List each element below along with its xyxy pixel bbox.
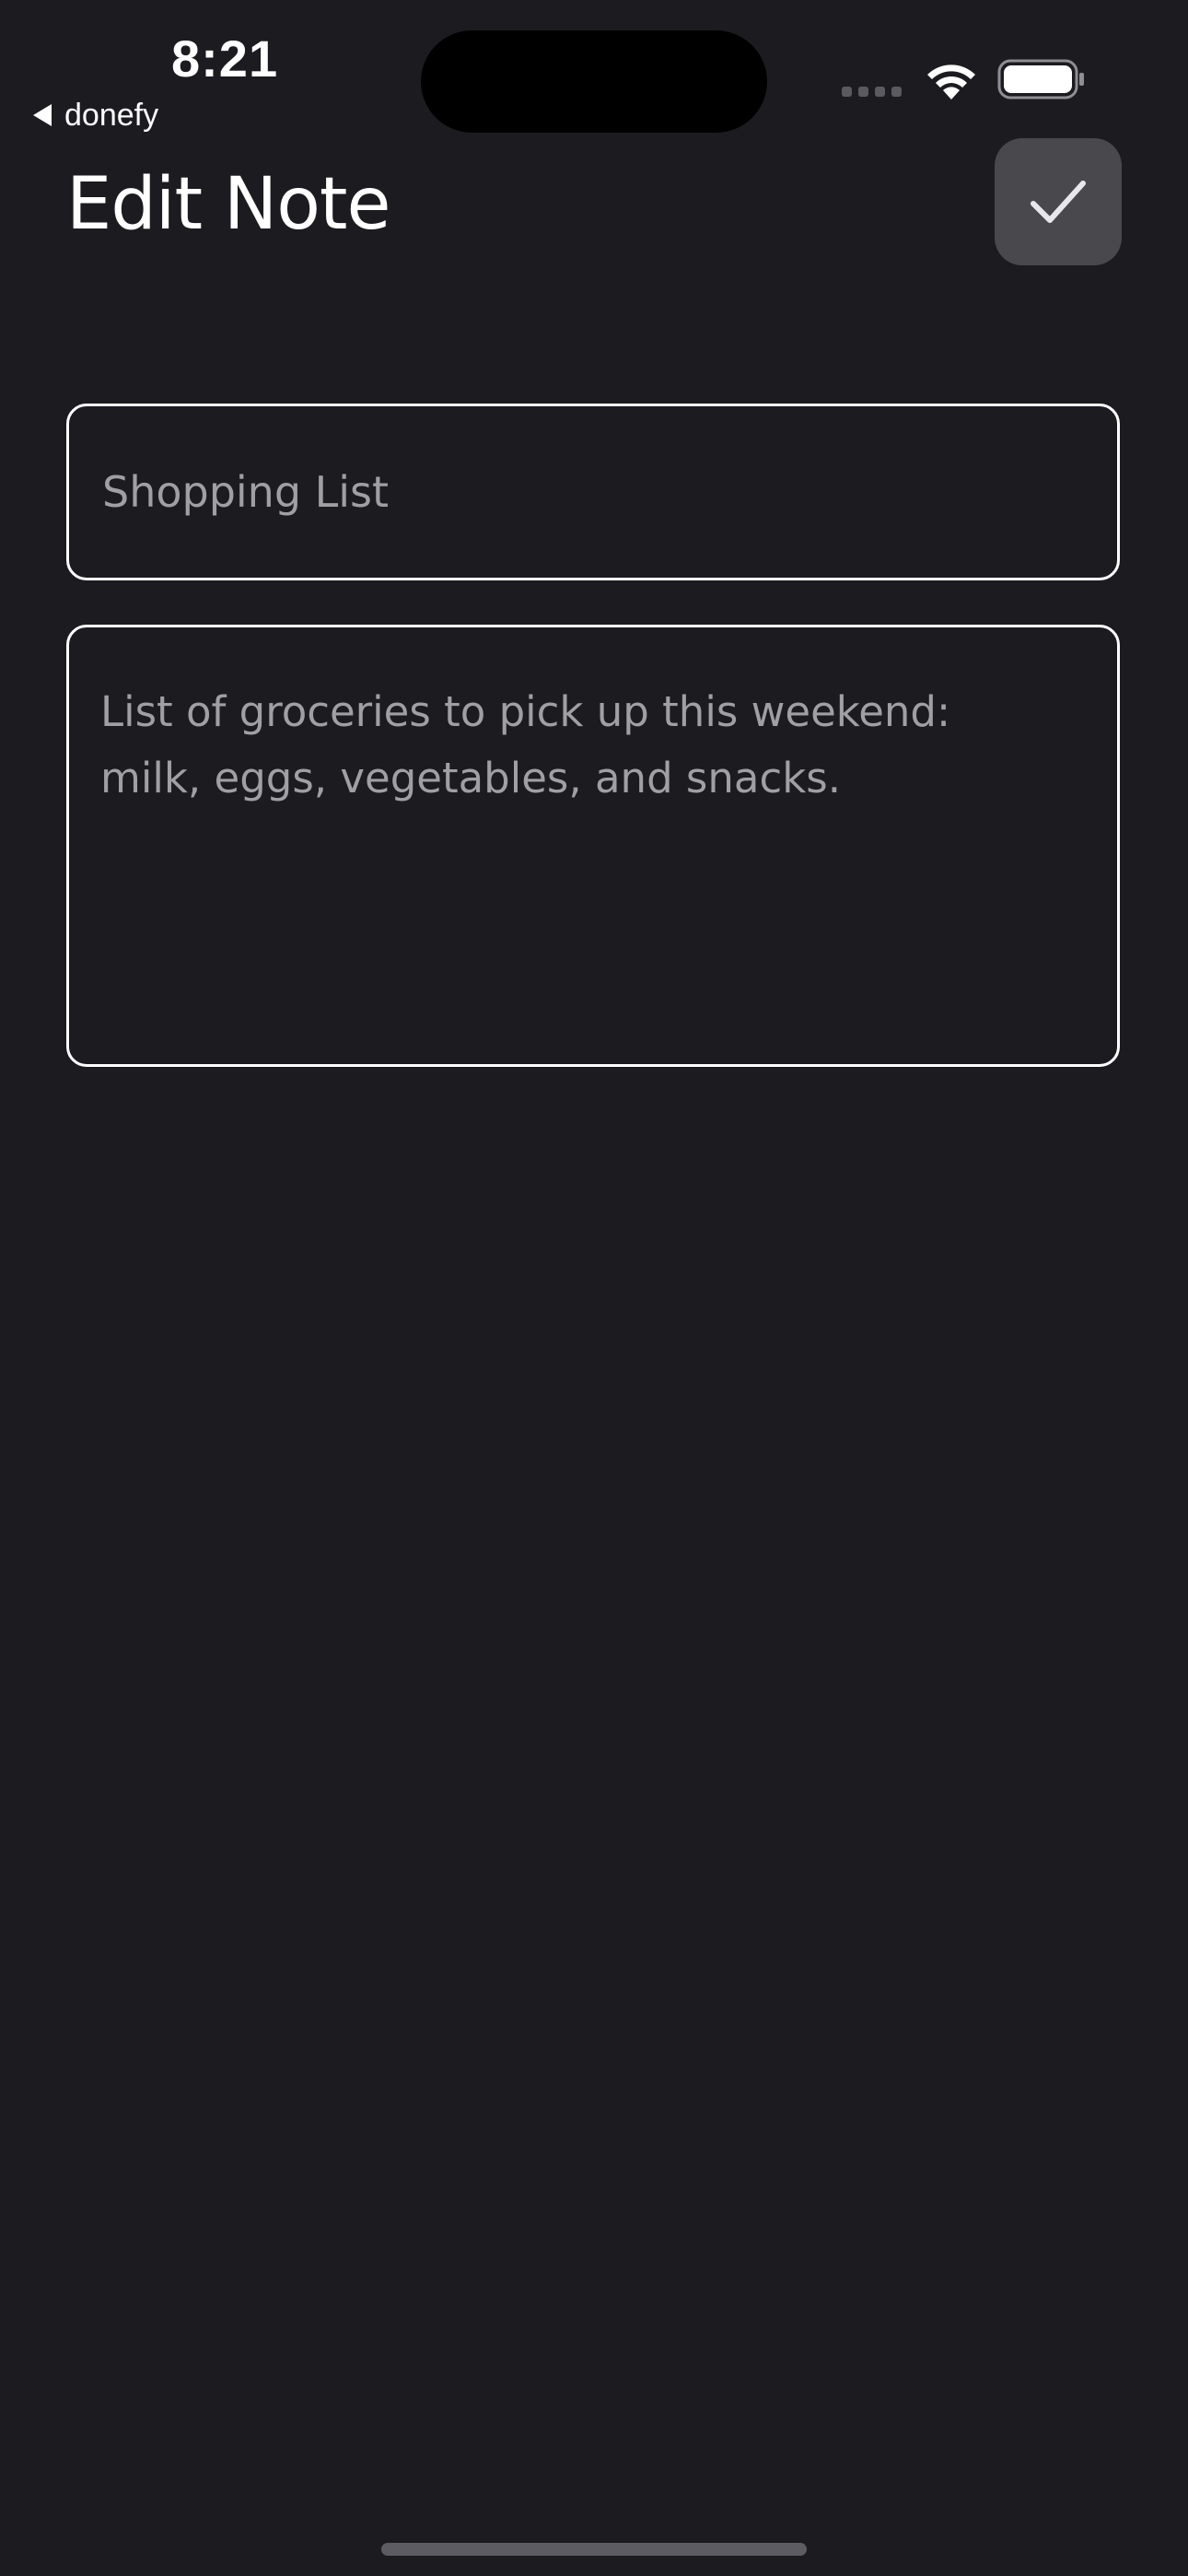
check-icon: [1031, 181, 1086, 223]
note-content-value: List of groceries to pick up this weeken…: [100, 687, 951, 802]
page-title: Edit Note: [66, 163, 390, 246]
back-label: donefy: [64, 98, 159, 133]
back-to-app-link[interactable]: donefy: [33, 92, 158, 138]
dynamic-island: [421, 30, 767, 133]
note-title-field[interactable]: Shopping List: [66, 404, 1120, 580]
back-arrow-icon: [33, 104, 52, 126]
signal-icon: [842, 87, 902, 97]
save-button[interactable]: [995, 138, 1122, 265]
battery-icon: [997, 59, 1084, 100]
home-indicator[interactable]: [381, 2543, 807, 2556]
status-time: 8:21: [171, 29, 279, 88]
note-content-field[interactable]: List of groceries to pick up this weeken…: [66, 625, 1120, 1067]
note-title-value: Shopping List: [102, 467, 390, 517]
wifi-icon: [927, 64, 975, 100]
